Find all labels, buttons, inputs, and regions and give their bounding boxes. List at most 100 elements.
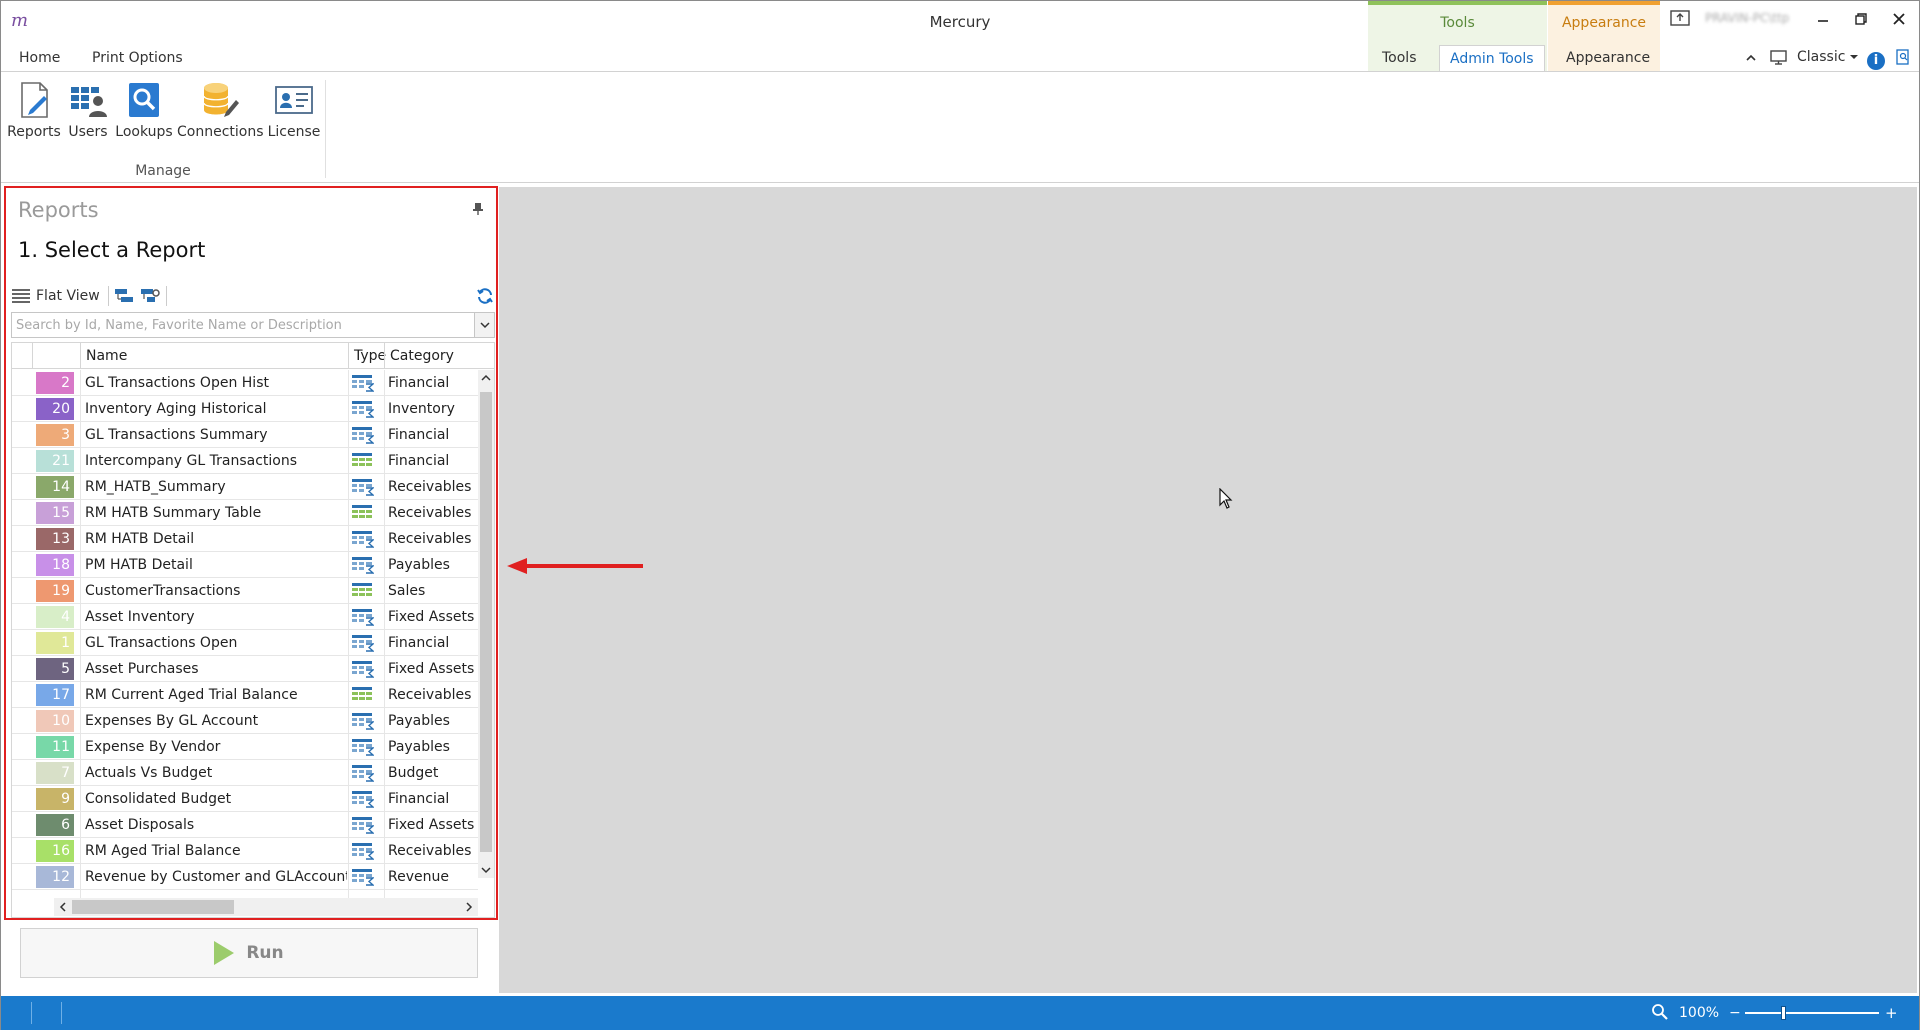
ribbon: Reports Users Lookups Connections Licens… <box>1 71 1919 183</box>
tab-admin-tools[interactable]: Admin Tools <box>1439 45 1545 72</box>
table-row[interactable]: 21 Intercompany GL Transactions Financial <box>12 448 478 474</box>
users-button-label: Users <box>68 124 108 140</box>
table-sum-icon <box>352 374 375 392</box>
table-row[interactable]: 12 Revenue by Customer and GLAccount Reven… <box>12 864 478 890</box>
table-sum-icon <box>352 478 375 496</box>
table-row[interactable]: 11 Expense By Vendor Payables <box>12 734 478 760</box>
scroll-left-icon[interactable] <box>54 898 72 916</box>
table-row[interactable]: 15 RM HATB Summary Table Receivables <box>12 500 478 526</box>
zoom-slider[interactable]: − + <box>1729 1005 1899 1021</box>
theme-selector-label[interactable]: Classic <box>1797 45 1847 69</box>
report-name: Consolidated Budget <box>85 791 232 807</box>
report-name: RM HATB Summary Table <box>85 505 262 521</box>
group-settings-icon[interactable] <box>140 287 160 305</box>
connections-button[interactable]: Connections <box>177 80 264 150</box>
reports-button-label: Reports <box>7 124 61 140</box>
report-name: Actuals Vs Budget <box>85 765 213 781</box>
table-icon <box>352 582 374 600</box>
help-search-icon[interactable] <box>1895 45 1913 69</box>
horizontal-scroll-thumb[interactable] <box>72 900 234 914</box>
minimize-icon[interactable] <box>1813 9 1833 33</box>
table-row[interactable]: 2 GL Transactions Open Hist Financial <box>12 370 478 396</box>
table-row[interactable]: 5 Asset Purchases Fixed Assets <box>12 656 478 682</box>
report-category: Receivables <box>388 479 472 495</box>
report-id-badge: 12 <box>36 866 74 888</box>
table-row[interactable]: 20 Inventory Aging Historical Inventory <box>12 396 478 422</box>
run-button[interactable]: Run <box>20 928 478 978</box>
app-logo-icon: m <box>11 10 29 31</box>
report-search-input[interactable] <box>12 313 462 337</box>
horizontal-scrollbar[interactable] <box>54 898 478 916</box>
table-sum-icon <box>352 764 375 782</box>
grid-header-type[interactable]: Type <box>348 343 386 369</box>
grid-header-name[interactable]: Name <box>80 343 348 369</box>
expand-groups-icon[interactable] <box>114 287 134 305</box>
tab-tools[interactable]: Tools <box>1372 45 1427 72</box>
zoom-slider-track[interactable] <box>1745 1012 1879 1014</box>
report-search-field[interactable] <box>11 312 495 338</box>
title-bar: m Mercury Tools Appearance PRAVIN-PC\ttp <box>1 1 1919 72</box>
tab-print-options[interactable]: Print Options <box>82 45 193 72</box>
table-row[interactable]: 9 Consolidated Budget Financial <box>12 786 478 812</box>
report-name: Inventory Aging Historical <box>85 401 267 417</box>
license-button[interactable]: License <box>267 80 321 150</box>
restore-icon[interactable] <box>1851 9 1871 33</box>
report-name: GL Transactions Open Hist <box>85 375 269 391</box>
info-icon[interactable]: i <box>1867 45 1889 70</box>
table-row[interactable]: 6 Asset Disposals Fixed Assets <box>12 812 478 838</box>
table-row[interactable]: 3 GL Transactions Summary Financial <box>12 422 478 448</box>
table-row[interactable]: 18 PM HATB Detail Payables <box>12 552 478 578</box>
search-dropdown-icon[interactable] <box>474 313 494 337</box>
reports-button[interactable]: Reports <box>7 80 61 150</box>
table-icon <box>352 504 374 522</box>
report-category: Receivables <box>388 687 472 703</box>
vertical-scrollbar[interactable] <box>478 370 494 878</box>
tab-home[interactable]: Home <box>9 45 70 72</box>
annotation-arrow-icon <box>507 558 643 574</box>
collapse-ribbon-icon[interactable] <box>1745 45 1761 69</box>
reports-grid: Name Type Category 2 GL Transactions Open… <box>11 342 495 918</box>
report-name: Revenue by Customer and GLAccount <box>85 869 347 885</box>
scroll-right-icon[interactable] <box>460 898 478 916</box>
theme-dropdown-icon[interactable] <box>1849 45 1861 69</box>
share-window-icon[interactable] <box>1669 9 1691 33</box>
scroll-up-icon[interactable] <box>478 370 494 386</box>
report-id-badge: 7 <box>36 762 74 784</box>
license-button-label: License <box>267 124 321 140</box>
reports-panel: Reports 1. Select a Report Flat View Sea… <box>4 186 498 920</box>
report-category: Financial <box>388 635 450 651</box>
tab-appearance[interactable]: Appearance <box>1556 45 1660 72</box>
table-row[interactable]: 16 RM Aged Trial Balance Receivables <box>12 838 478 864</box>
table-row[interactable]: 7 Actuals Vs Budget Budget <box>12 760 478 786</box>
table-row[interactable]: 14 RM_HATB_Summary Receivables <box>12 474 478 500</box>
scroll-down-icon[interactable] <box>478 862 494 878</box>
pin-icon[interactable] <box>472 202 486 216</box>
table-row[interactable]: 10 Expenses By GL Account Payables <box>12 708 478 734</box>
zoom-slider-thumb[interactable] <box>1781 1006 1786 1020</box>
table-row[interactable]: 13 RM HATB Detail Receivables <box>12 526 478 552</box>
report-name: RM HATB Detail <box>85 531 195 547</box>
table-row[interactable]: 17 RM Current Aged Trial Balance Receivabl… <box>12 682 478 708</box>
flat-view-button[interactable]: Flat View <box>12 284 100 308</box>
refresh-icon[interactable] <box>476 284 494 312</box>
zoom-icon[interactable] <box>1651 1003 1669 1021</box>
report-id-badge: 10 <box>36 710 74 732</box>
users-button[interactable]: Users <box>65 80 111 150</box>
report-id-badge: 16 <box>36 840 74 862</box>
report-id-badge: 4 <box>36 606 74 628</box>
report-category: Payables <box>388 739 450 755</box>
ribbon-group-divider <box>325 80 326 178</box>
vertical-scroll-thumb[interactable] <box>480 392 492 852</box>
zoom-in-icon[interactable]: + <box>1885 1005 1898 1021</box>
grid-header-category[interactable]: Category <box>384 343 478 369</box>
grid-header-id[interactable] <box>32 343 80 369</box>
table-row[interactable]: 1 GL Transactions Open Financial <box>12 630 478 656</box>
zoom-out-icon[interactable]: − <box>1729 1005 1741 1021</box>
report-name: Intercompany GL Transactions <box>85 453 298 469</box>
table-row[interactable]: 4 Asset Inventory Fixed Assets <box>12 604 478 630</box>
close-icon[interactable] <box>1889 9 1909 33</box>
report-category: Fixed Assets <box>388 661 475 677</box>
report-id-badge: 6 <box>36 814 74 836</box>
table-row[interactable]: 19 CustomerTransactions Sales <box>12 578 478 604</box>
lookups-button[interactable]: Lookups <box>115 80 173 150</box>
